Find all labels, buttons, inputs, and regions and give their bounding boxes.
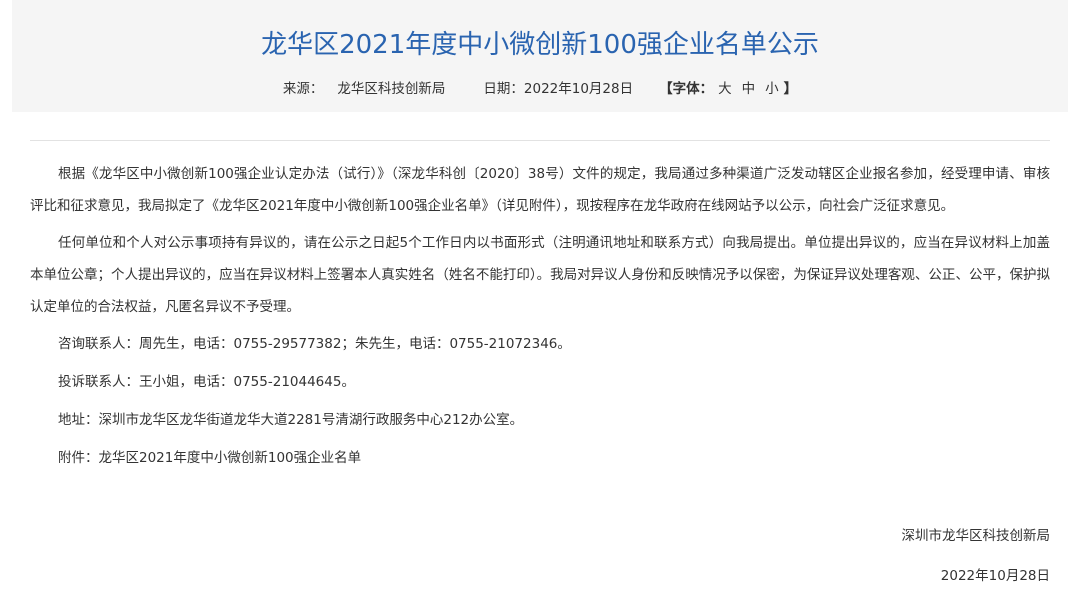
paragraph-basis: 根据《龙华区中小微创新100强企业认定办法（试行）》（深龙华科创〔2020〕38…	[30, 166, 1050, 214]
source-value: 龙华区科技创新局	[337, 81, 446, 97]
date-value: 2022年10月28日	[523, 81, 634, 97]
date-label: 日期：	[483, 81, 524, 97]
article-meta: 来源： 龙华区科技创新局 日期：2022年10月28日 【字体：大中小】	[12, 78, 1068, 100]
font-size-control: 【字体：大中小】	[659, 78, 797, 100]
header-divider	[30, 140, 1050, 141]
signature-block: 深圳市龙华区科技创新局 2022年10月28日	[902, 523, 1051, 589]
article-body: 根据《龙华区中小微创新100强企业认定办法（试行）》（深龙华科创〔2020〕38…	[30, 158, 1050, 480]
page-title: 龙华区2021年度中小微创新100强企业名单公示	[261, 30, 819, 60]
signature-org: 深圳市龙华区科技创新局	[901, 528, 1051, 544]
font-size-open: 【字体：	[659, 81, 714, 97]
paragraph-address: 地址：深圳市龙华区龙华街道龙华大道2281号清湖行政服务中心212办公室。	[58, 412, 524, 428]
article-header: 龙华区2021年度中小微创新100强企业名单公示 来源： 龙华区科技创新局 日期：2…	[12, 0, 1068, 112]
font-size-medium-link[interactable]: 中	[737, 78, 761, 100]
source-label: 来源：	[282, 81, 324, 97]
font-size-small-link[interactable]: 小	[760, 78, 784, 100]
signature-date: 2022年10月28日	[940, 568, 1050, 584]
paragraph-contact: 咨询联系人：周先生，电话：0755-29577382；朱先生，电话：0755-2…	[58, 336, 571, 352]
font-size-large-link[interactable]: 大	[713, 78, 737, 100]
paragraph-complaint: 投诉联系人：王小姐，电话：0755-21044645。	[58, 374, 355, 390]
font-size-close: 】	[783, 81, 798, 97]
paragraph-objection: 任何单位和个人对公示事项持有异议的，请在公示之日起5个工作日内以书面形式（注明通…	[30, 235, 1050, 315]
attachment-link[interactable]: 附件：龙华区2021年度中小微创新100强企业名单	[30, 442, 1050, 474]
